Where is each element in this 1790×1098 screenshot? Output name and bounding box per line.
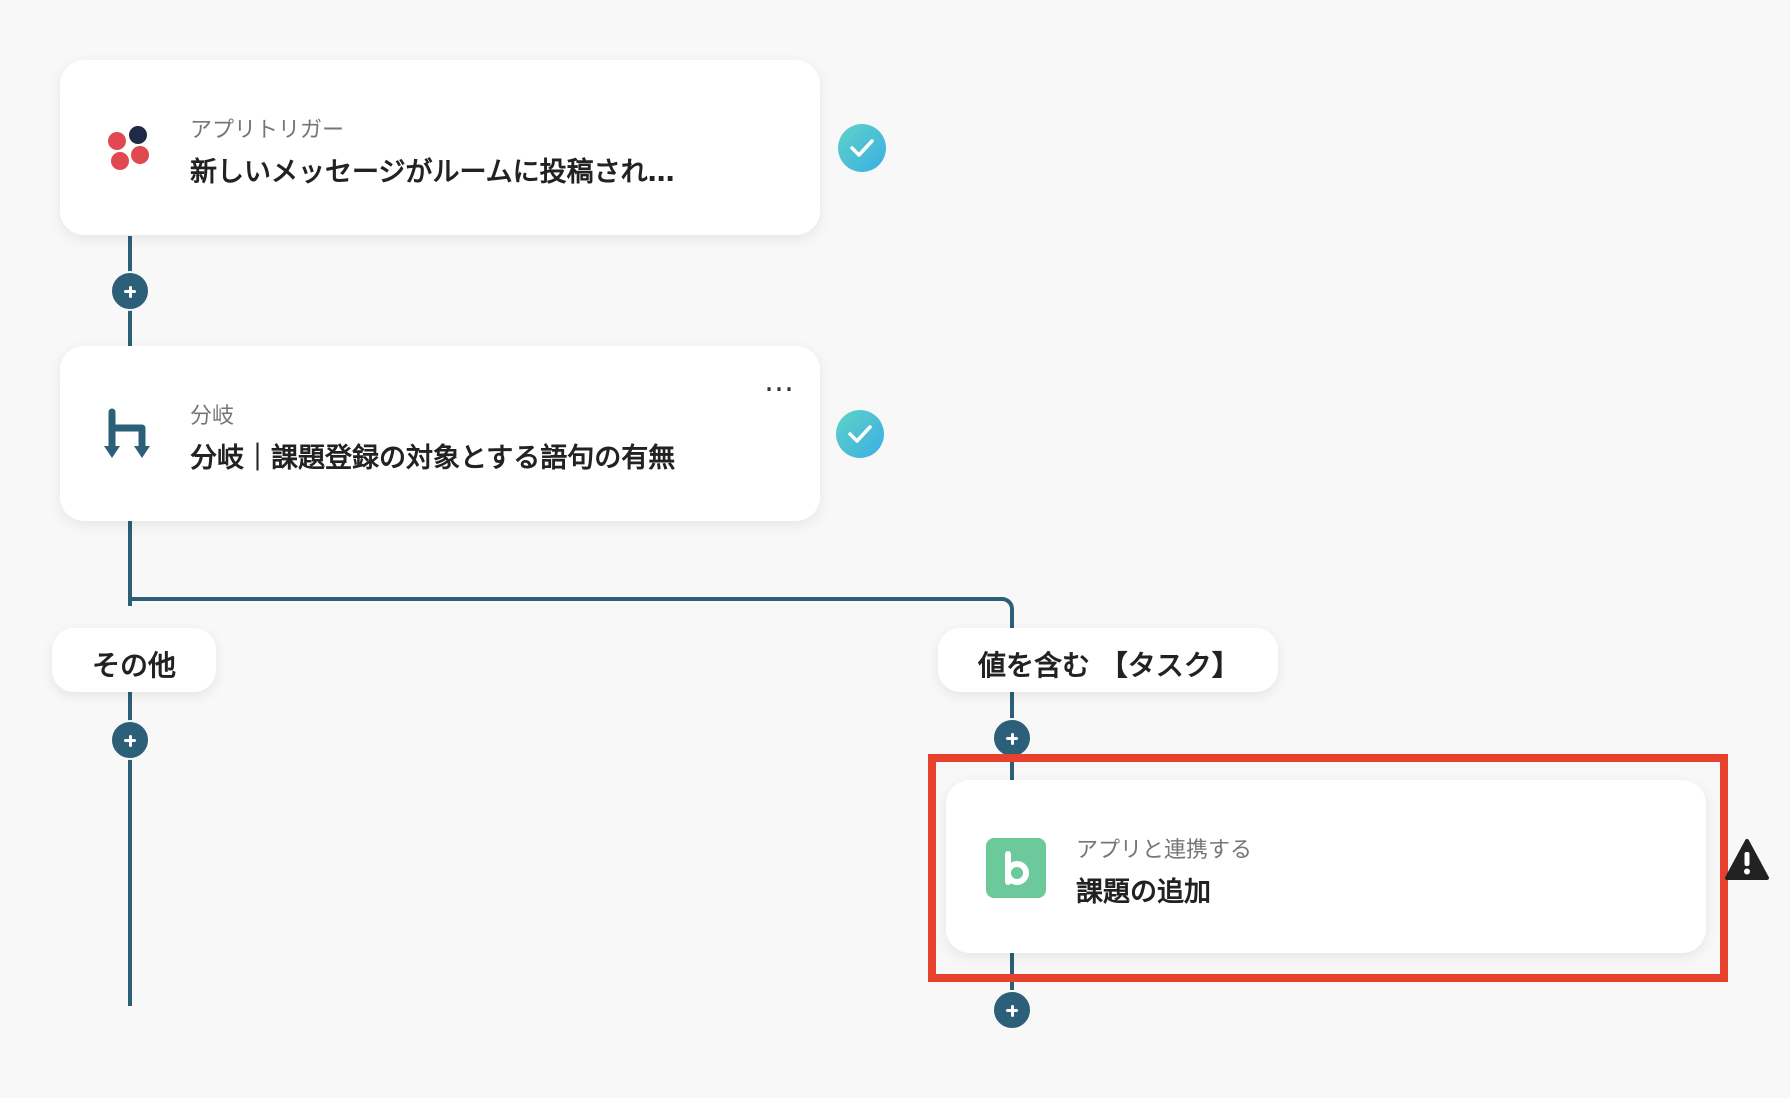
trigger-card[interactable]: アプリトリガー 新しいメッセージがルームに投稿され… <box>60 60 820 235</box>
connector-right-branch-down <box>1010 610 1014 630</box>
branch-card[interactable]: 分岐 分岐｜課題登録の対象とする語句の有無 … <box>60 346 820 521</box>
branch-card-title: 分岐｜課題登録の対象とする語句の有無 <box>190 443 676 474</box>
add-step-after-action-button[interactable] <box>992 990 1032 1030</box>
branch-icon <box>104 408 150 458</box>
trigger-card-subtitle: アプリトリガー <box>190 118 345 143</box>
branch-card-subtitle: 分岐 <box>190 404 235 429</box>
branch-match-label[interactable]: 値を含む 【タスク】 <box>938 628 1278 692</box>
branch-card-menu-button[interactable]: … <box>764 367 795 397</box>
connector-branch-split <box>128 520 132 606</box>
connector-split-horizontal <box>128 597 1004 601</box>
add-step-match-branch-button[interactable] <box>992 718 1032 758</box>
chatwork-logo-icon <box>108 126 149 170</box>
branch-complete-check-icon <box>836 410 884 458</box>
add-step-else-branch-button[interactable] <box>110 720 150 760</box>
branch-match-label-text: 値を含む 【タスク】 <box>978 649 1240 682</box>
trigger-complete-check-icon <box>838 124 886 172</box>
trigger-card-title: 新しいメッセージがルームに投稿され… <box>190 157 675 188</box>
action-highlight-box <box>928 754 1728 982</box>
branch-else-label[interactable]: その他 <box>52 628 216 692</box>
warning-icon <box>1725 839 1769 880</box>
add-step-after-trigger-button[interactable] <box>110 271 150 311</box>
branch-else-label-text: その他 <box>92 649 177 682</box>
